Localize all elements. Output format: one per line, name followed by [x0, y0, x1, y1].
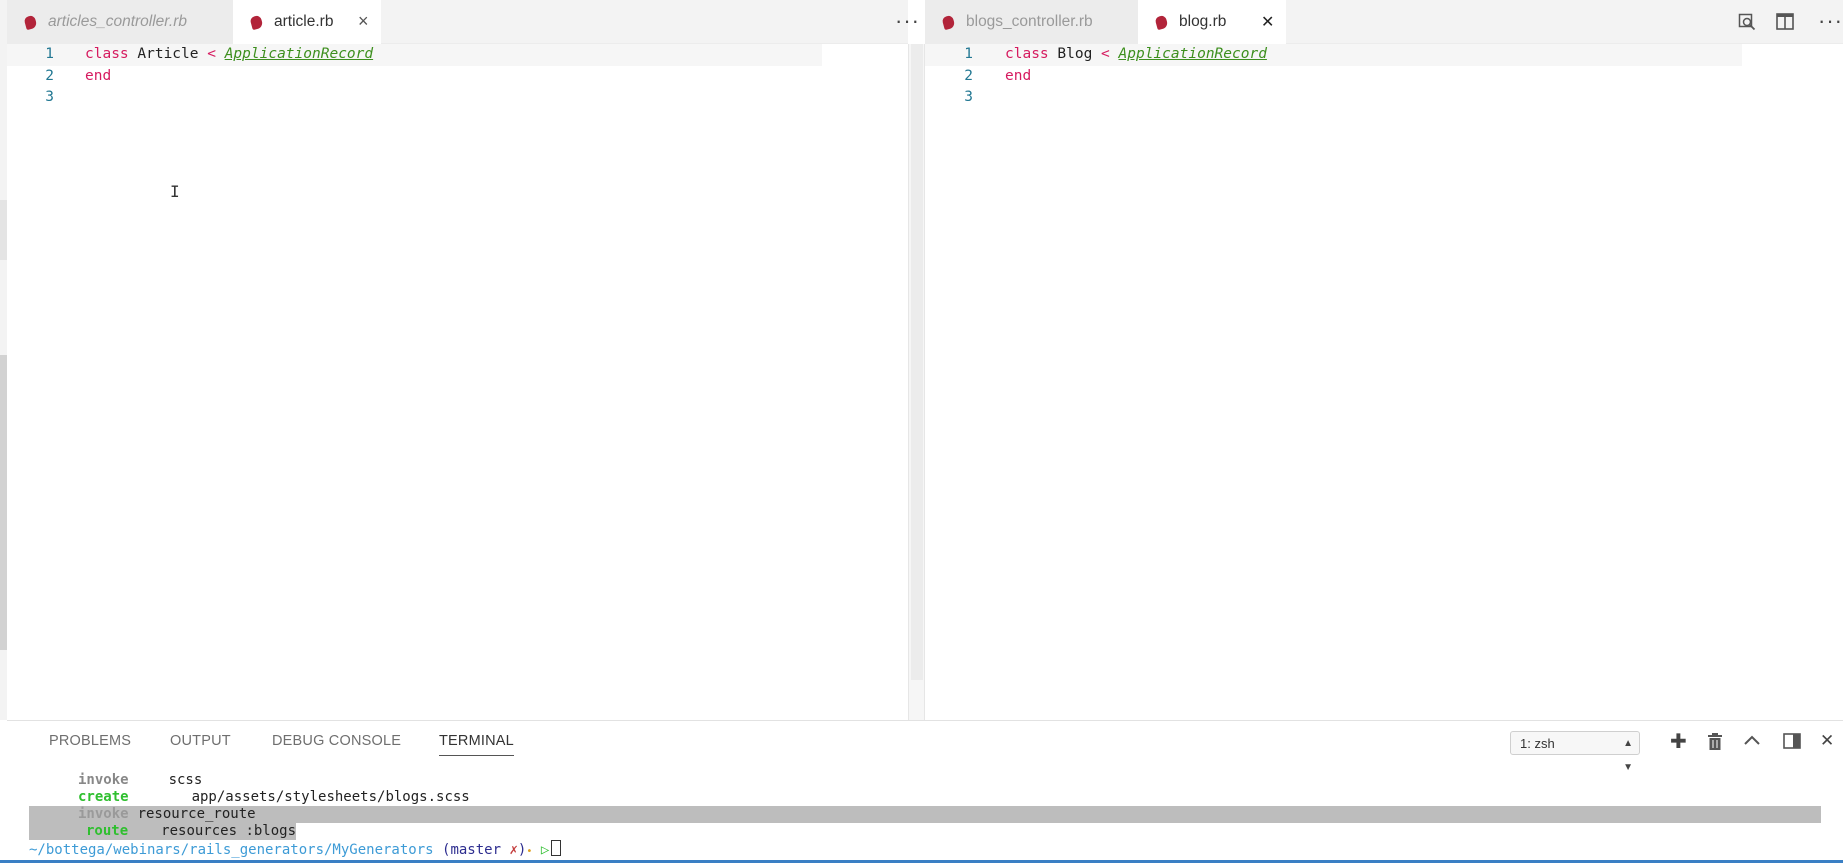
- tab-article[interactable]: article.rb ×: [233, 0, 381, 44]
- term-arg: resource_route: [137, 806, 256, 822]
- more-actions-icon[interactable]: ···: [1818, 8, 1843, 34]
- close-icon[interactable]: ✕: [1261, 12, 1274, 32]
- maximize-panel-icon[interactable]: [1744, 735, 1760, 745]
- editor-group-left: articles_controller.rb article.rb × ··· …: [7, 0, 919, 720]
- terminal-prompt[interactable]: ~/bottega/webinars/rails_generators/MyGe…: [29, 840, 562, 858]
- superclass-name: ApplicationRecord: [1118, 46, 1267, 62]
- search-changes-icon[interactable]: [1738, 13, 1756, 31]
- tab-blogs-controller[interactable]: blogs_controller.rb: [925, 0, 1138, 44]
- keyword-class: class: [85, 46, 129, 62]
- line-number: 2: [45, 68, 54, 84]
- ruby-file-icon: [249, 14, 264, 30]
- trash-icon[interactable]: [1708, 733, 1722, 750]
- superclass-name: ApplicationRecord: [224, 46, 374, 62]
- term-verb: invoke: [78, 806, 129, 822]
- tab-output[interactable]: OUTPUT: [170, 733, 231, 749]
- terminal-selection-highlight: [29, 806, 1821, 823]
- prompt-branch: (master: [442, 842, 502, 858]
- keyword-class: class: [1005, 46, 1049, 62]
- class-name: Blog: [1057, 46, 1093, 62]
- terminal-shell-select[interactable]: 1: zsh ▲ ▼: [1510, 731, 1640, 773]
- close-icon[interactable]: ×: [358, 11, 369, 32]
- tab-articles-controller[interactable]: articles_controller.rb: [7, 0, 233, 44]
- text-cursor-icon: I: [170, 182, 180, 201]
- line-number: 3: [45, 89, 54, 105]
- editor-group-right: blogs_controller.rb blog.rb ✕ ··· 1 clas…: [925, 0, 1843, 720]
- term-arg: resources :blogs: [161, 823, 297, 839]
- term-arg: scss: [168, 772, 203, 788]
- tab-label: blog.rb: [1179, 13, 1227, 30]
- terminal-line-2: create app/assets/stylesheets/blogs.scss: [78, 789, 470, 806]
- new-terminal-icon[interactable]: ✚: [1670, 729, 1687, 754]
- class-name: Article: [137, 46, 199, 62]
- prompt-arrow: ▷: [540, 842, 550, 858]
- split-editor-icon[interactable]: [1776, 13, 1794, 30]
- editor-split-scrollbar[interactable]: [908, 44, 925, 720]
- ruby-file-icon: [941, 14, 956, 30]
- terminal-line-4: route resources :blogs: [86, 823, 296, 840]
- tab-problems[interactable]: PROBLEMS: [49, 733, 131, 749]
- tab-label: article.rb: [274, 13, 334, 30]
- dirty-dot-icon: •: [526, 846, 533, 857]
- line-number: 1: [964, 46, 973, 62]
- select-arrow-icon: ▲ ▼: [1623, 738, 1633, 773]
- term-verb: create: [78, 789, 129, 805]
- panel-layout-icon[interactable]: [1783, 733, 1801, 749]
- term-verb: invoke: [78, 772, 129, 788]
- ruby-file-icon: [23, 14, 38, 30]
- tab-label: blogs_controller.rb: [966, 13, 1093, 30]
- terminal-line-3: invoke resource_route: [78, 806, 256, 823]
- prompt-dirty-mark: ✗: [509, 842, 518, 858]
- ruby-file-icon: [1154, 14, 1169, 30]
- inherit-operator: <: [207, 46, 216, 62]
- terminal-cursor: [551, 840, 562, 856]
- close-panel-icon[interactable]: ✕: [1820, 731, 1834, 751]
- shell-select-value: 1: zsh: [1520, 736, 1555, 751]
- keyword-end: end: [85, 68, 112, 84]
- keyword-end: end: [1005, 68, 1032, 84]
- tab-bar-left: articles_controller.rb article.rb × ···: [7, 0, 919, 44]
- line-number: 1: [45, 46, 54, 62]
- left-gutter-strip: [0, 0, 7, 720]
- more-actions-icon[interactable]: ···: [895, 8, 920, 34]
- inherit-operator: <: [1101, 46, 1110, 62]
- tab-label: articles_controller.rb: [48, 13, 187, 30]
- terminal-line-1: invoke scss: [78, 772, 202, 789]
- tab-terminal[interactable]: TERMINAL: [439, 733, 514, 756]
- tab-blog[interactable]: blog.rb ✕: [1138, 0, 1286, 44]
- tab-debug-console[interactable]: DEBUG CONSOLE: [272, 733, 401, 749]
- tab-bar-right: blogs_controller.rb blog.rb ✕ ···: [925, 0, 1843, 44]
- line-number: 3: [964, 89, 973, 105]
- bottom-panel: PROBLEMS OUTPUT DEBUG CONSOLE TERMINAL 1…: [7, 720, 1843, 863]
- prompt-path: ~/bottega/webinars/rails_generators/MyGe…: [29, 842, 434, 858]
- term-verb: route: [86, 823, 129, 839]
- term-arg: app/assets/stylesheets/blogs.scss: [191, 789, 470, 805]
- line-number: 2: [964, 68, 973, 84]
